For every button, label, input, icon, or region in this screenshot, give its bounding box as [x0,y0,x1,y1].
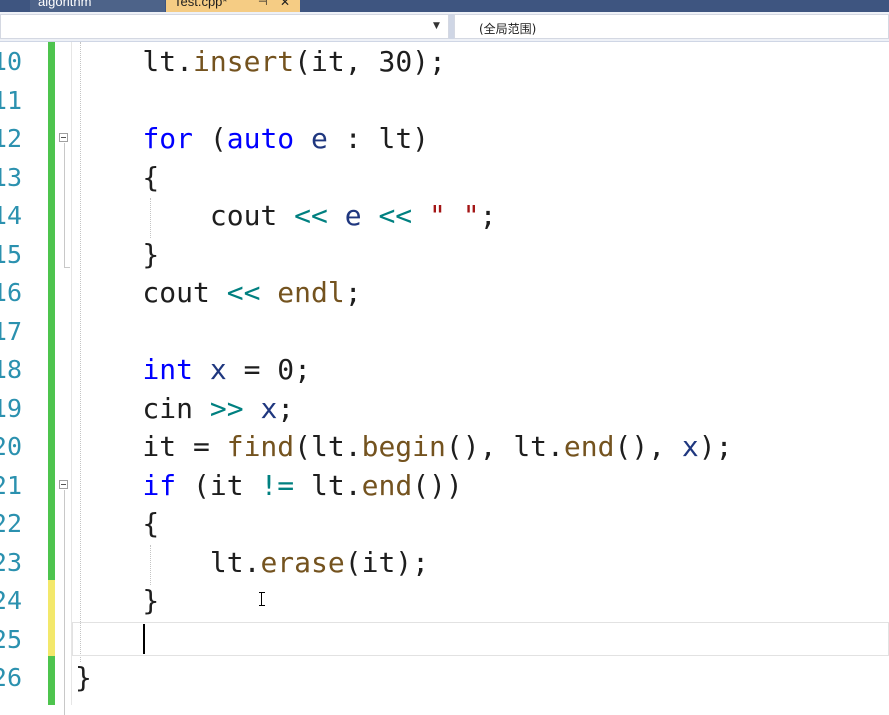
line-number: 13 [0,163,22,192]
line-number: 21 [0,471,22,500]
current-line-highlight [72,622,889,656]
code-line[interactable]: cin >> x; [75,390,294,428]
line-number-gutter: 10 11 12 13 14 15 16 17 18 19 20 21 22 2… [0,42,48,705]
document-tab-bar: algorithm Test.cpp* ⊣ ✕ [0,0,889,12]
change-marker-saved [48,656,55,705]
tab-algorithm[interactable]: algorithm [30,0,165,12]
change-marker-unsaved [48,580,55,656]
code-line[interactable]: if (it != lt.end()) [75,467,462,505]
project-dropdown[interactable]: ▼ [0,14,449,39]
outline-end [64,267,70,268]
pin-icon[interactable]: ⊣ [258,0,268,8]
scope-label: (全局范围) [479,22,537,36]
outline-line [64,490,65,715]
line-number: 20 [0,432,22,461]
line-number: 26 [0,663,22,692]
editor-margin [71,42,72,705]
line-number: 10 [0,47,22,76]
navigation-bar: ▼ (全局范围) [0,12,889,42]
line-number: 24 [0,586,22,615]
line-number: 23 [0,548,22,577]
collapse-for-block-icon[interactable] [59,133,68,142]
code-line[interactable]: } [75,236,159,274]
close-icon[interactable]: ✕ [280,0,290,8]
code-line[interactable]: { [75,505,159,543]
ibeam-cursor-icon [259,592,265,606]
line-number: 19 [0,394,22,423]
line-number: 14 [0,201,22,230]
outline-line [64,143,65,267]
line-number: 22 [0,509,22,538]
chevron-down-icon[interactable]: ▼ [433,21,440,31]
tab-test-cpp[interactable]: Test.cpp* ⊣ ✕ [166,0,300,12]
text-caret [143,624,145,654]
line-number: 16 [0,278,22,307]
change-marker-saved [48,42,55,580]
code-line[interactable]: cout << e << " "; [75,197,497,235]
line-number: 25 [0,625,22,654]
code-line[interactable]: for (auto e : lt) [75,120,429,158]
code-line[interactable]: lt.insert(it, 30); [75,43,445,81]
tab-test-cpp-label: Test.cpp* [174,0,228,9]
code-line[interactable]: int x = 0; [75,351,311,389]
line-number: 15 [0,240,22,269]
code-line[interactable]: it = find(lt.begin(), lt.end(), x); [75,428,732,466]
code-line[interactable]: } [75,659,92,697]
code-editor[interactable]: 10 11 12 13 14 15 16 17 18 19 20 21 22 2… [0,42,889,715]
scope-dropdown[interactable]: (全局范围) [454,14,889,39]
code-line[interactable]: } [75,582,159,620]
line-number: 12 [0,124,22,153]
tab-algorithm-label: algorithm [38,0,92,9]
code-line[interactable]: { [75,159,159,197]
code-line[interactable]: lt.erase(it); [75,544,429,582]
code-line[interactable]: cout << endl; [75,274,361,312]
collapse-if-block-icon[interactable] [59,480,68,489]
line-number: 17 [0,317,22,346]
line-number: 11 [0,86,22,115]
line-number: 18 [0,355,22,384]
